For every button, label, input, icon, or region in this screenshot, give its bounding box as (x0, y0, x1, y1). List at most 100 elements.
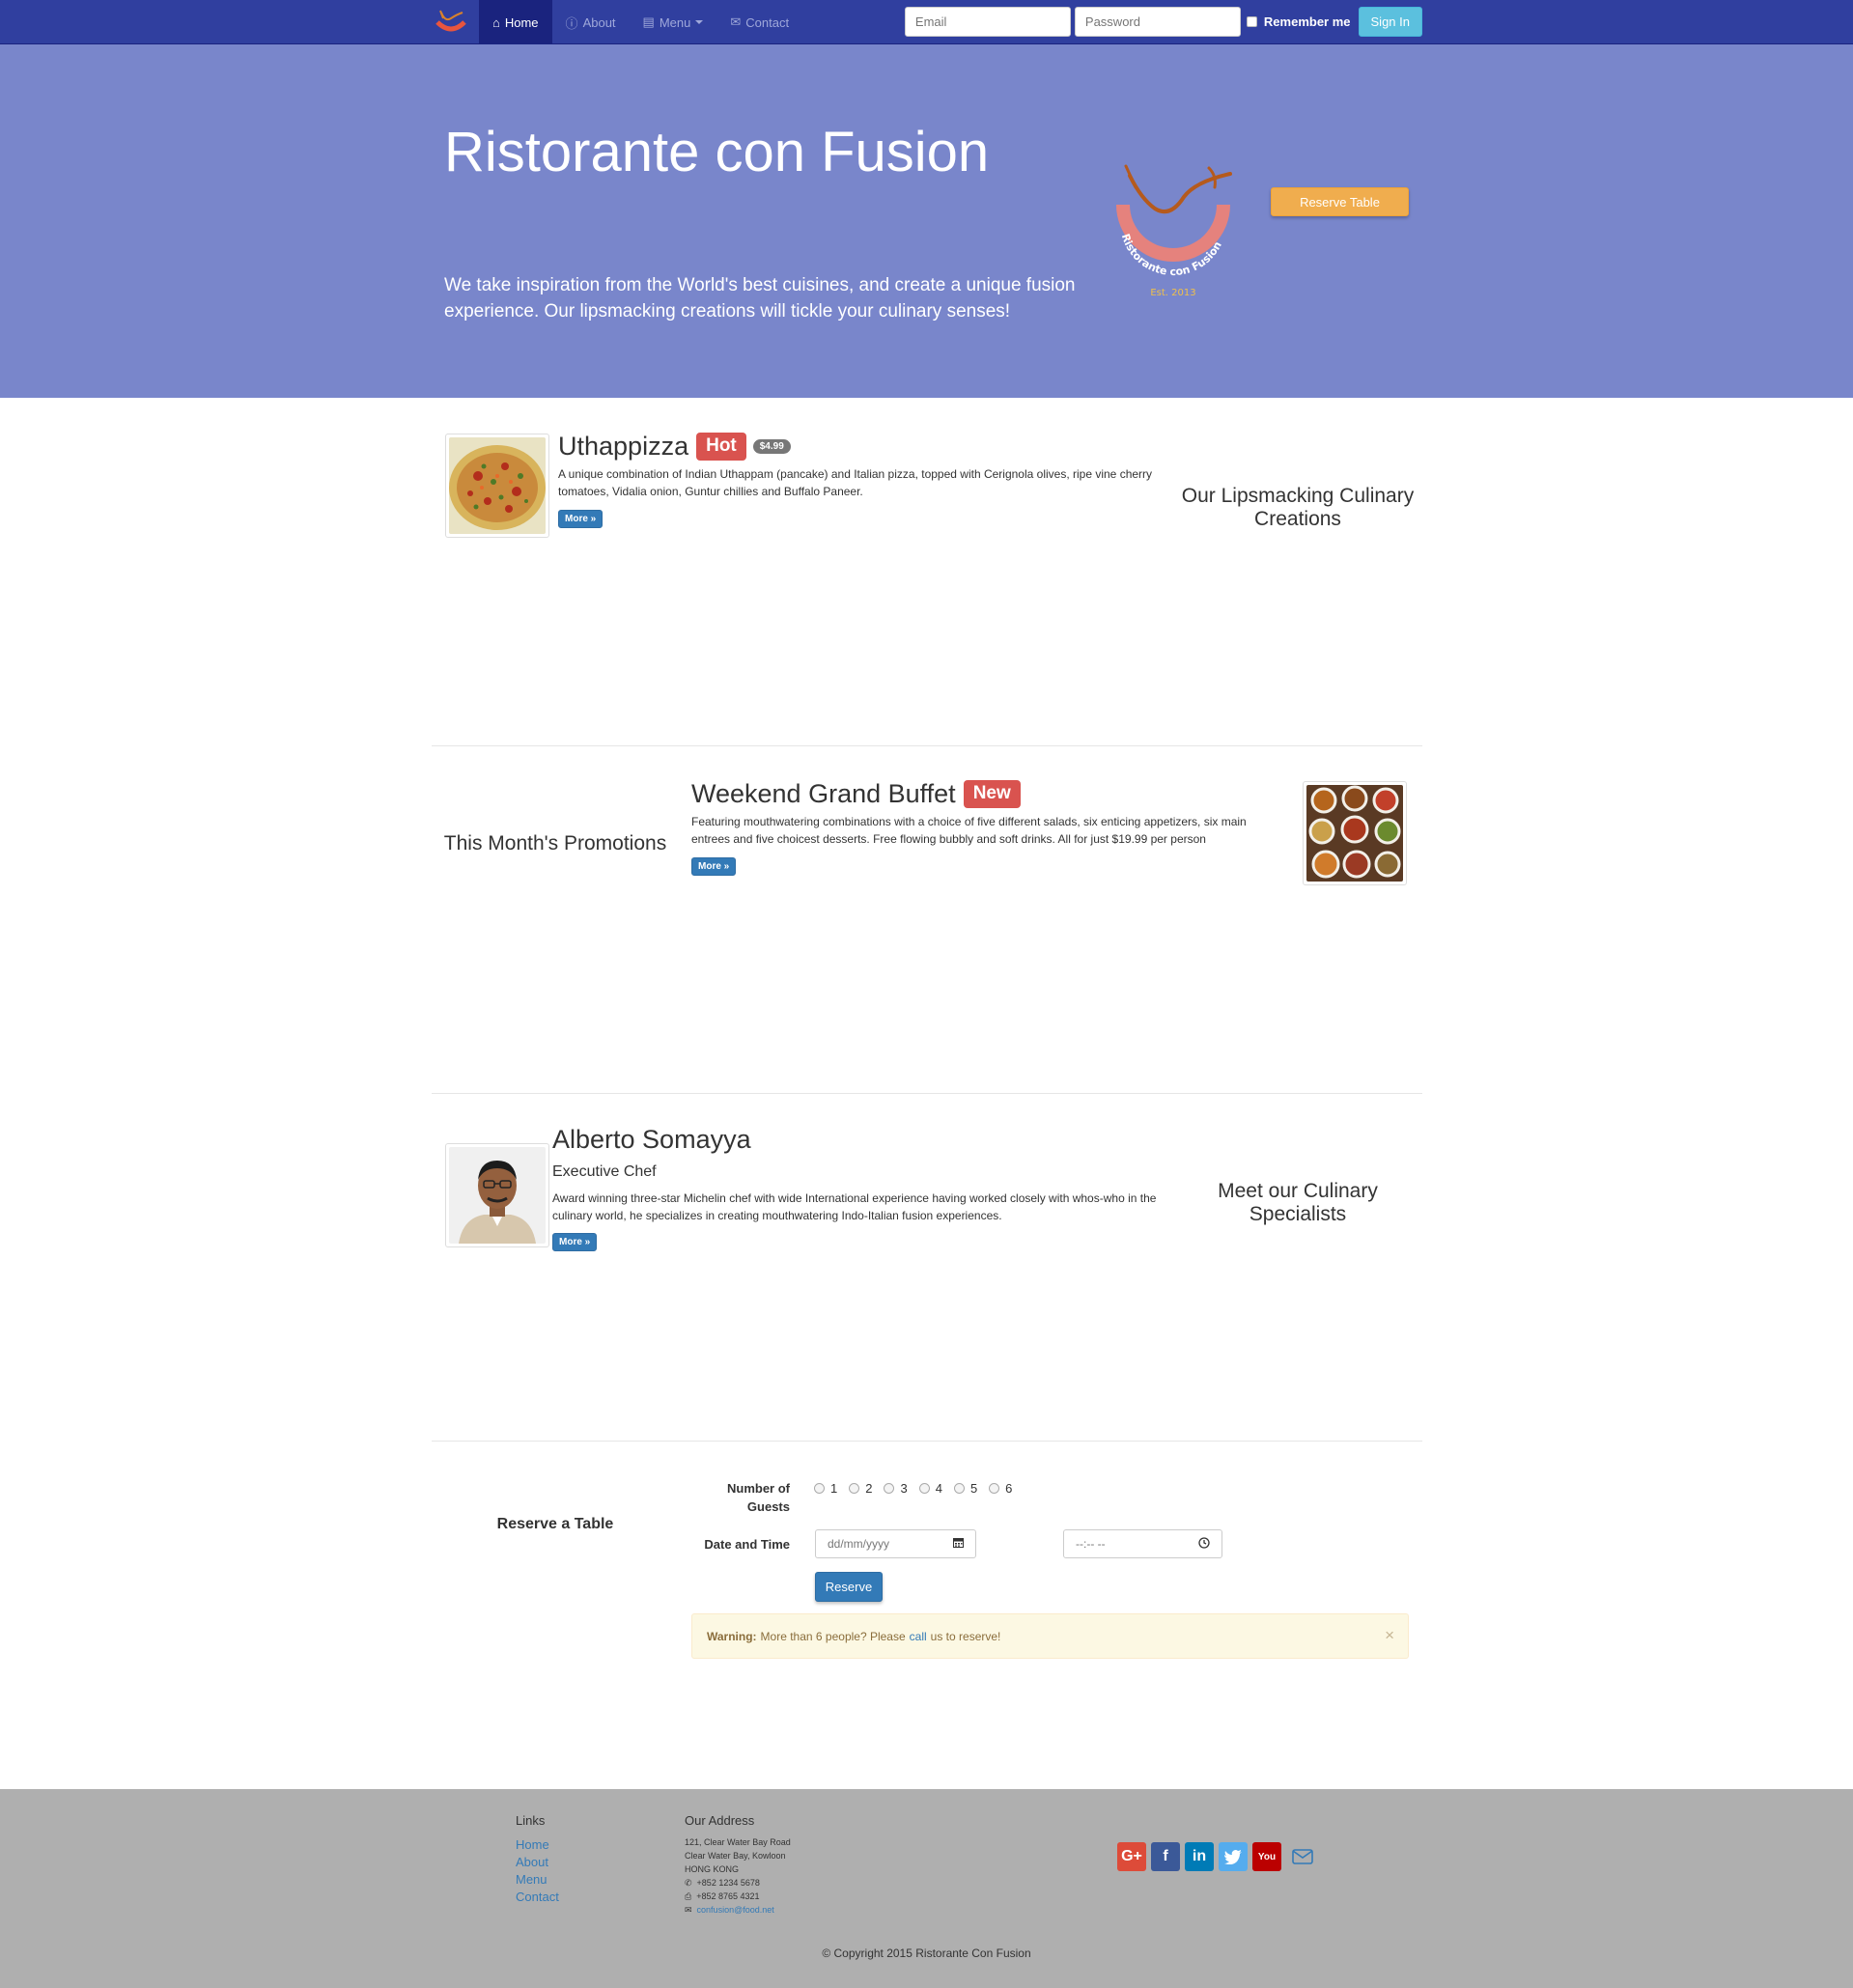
dish-thumbnail[interactable] (445, 434, 549, 538)
radio-button[interactable] (884, 1483, 895, 1494)
section-divider (432, 745, 1422, 746)
mail-icon[interactable] (1291, 1842, 1314, 1871)
youtube-icon[interactable]: You (1252, 1842, 1281, 1871)
guest-option-5[interactable]: 5 (953, 1481, 977, 1496)
email-line: ✉ confusion@food.net (685, 1903, 791, 1917)
guest-option-label: 6 (1005, 1481, 1013, 1496)
envelope-icon: ✉ (685, 1905, 692, 1915)
nav-about-label: About (582, 14, 616, 30)
close-icon[interactable]: × (1385, 1626, 1394, 1645)
leader-more-button[interactable]: More » (552, 1233, 598, 1251)
buffet-image (1306, 785, 1403, 882)
reserve-table-button[interactable]: Reserve Table (1271, 187, 1409, 216)
reserve-heading: Reserve a Table (496, 1516, 614, 1532)
footer-link-contact[interactable]: Contact (516, 1890, 559, 1904)
linkedin-icon[interactable]: in (1185, 1842, 1214, 1871)
section-divider (432, 1093, 1422, 1094)
fax-icon: ⎙ (685, 1891, 692, 1901)
calendar-icon[interactable] (953, 1537, 964, 1551)
promotion-section-heading: This Month's Promotions (443, 832, 667, 854)
nav-home[interactable]: ⌂ Home (479, 0, 552, 44)
email-input[interactable] (904, 7, 1071, 37)
hot-label: Hot (696, 433, 746, 461)
dish-more-button[interactable]: More » (558, 510, 604, 528)
promotion-name: Weekend Grand Buffet (691, 779, 956, 808)
radio-button[interactable] (814, 1483, 825, 1494)
date-input[interactable]: dd/mm/yyyy (815, 1529, 976, 1558)
radio-button[interactable] (989, 1483, 1000, 1494)
guests-label: Number of Guests (727, 1481, 790, 1514)
envelope-icon: ✉ (730, 14, 742, 29)
brand-logo[interactable] (432, 7, 470, 38)
guest-option-4[interactable]: 4 (918, 1481, 942, 1496)
clock-icon[interactable] (1198, 1536, 1210, 1552)
nav-menu-dropdown[interactable]: ▤ Menu (630, 0, 717, 44)
footer-address: 121, Clear Water Bay Road Clear Water Ba… (685, 1835, 791, 1917)
dish-description: A unique combination of Indian Uthappam … (558, 467, 1153, 498)
jumbotron: Ristorante con Fusion We take inspiratio… (0, 44, 1853, 398)
guest-option-6[interactable]: 6 (989, 1481, 1012, 1496)
remember-label: Remember me (1263, 14, 1351, 29)
warning-text-2: us to reserve! (930, 1629, 1001, 1643)
password-input[interactable] (1074, 7, 1241, 37)
warning-text-1: More than 6 people? Please (760, 1629, 906, 1643)
nav-contact[interactable]: ✉ Contact (716, 0, 802, 44)
email-link[interactable]: confusion@food.net (697, 1903, 774, 1917)
footer-link-menu[interactable]: Menu (516, 1872, 547, 1887)
footer-links-heading: Links (516, 1813, 546, 1828)
new-label: New (963, 780, 1021, 808)
uthappizza-image (449, 437, 546, 534)
footer-link-home[interactable]: Home (516, 1837, 549, 1852)
promotion-more-button[interactable]: More » (691, 857, 737, 876)
restaurant-logo: Ristorante con Fusion Est. 2013 (1103, 154, 1244, 301)
signin-button[interactable]: Sign In (1358, 7, 1422, 37)
leader-section-heading: Meet our Culinary Specialists (1218, 1180, 1378, 1225)
promotion-title: Weekend Grand Buffet New (691, 779, 1021, 809)
navbar-container: ⌂ Home ⓘ About ▤ Menu ✉ Contact Rememb (432, 0, 1422, 44)
phone-line: ✆ +852 1234 5678 (685, 1876, 791, 1890)
facebook-icon[interactable]: f (1151, 1842, 1180, 1871)
guest-option-label: 1 (830, 1481, 838, 1496)
dish-section-heading: Our Lipsmacking Culinary Creations (1181, 485, 1415, 530)
guests-radio-group: 1 2 3 4 5 6 (814, 1481, 1024, 1496)
warning-strong: Warning: (707, 1629, 757, 1643)
nav-links: ⌂ Home ⓘ About ▤ Menu ✉ Contact (479, 0, 802, 44)
warning-alert: Warning: More than 6 people? Please call… (691, 1613, 1409, 1659)
footer-address-heading: Our Address (685, 1813, 755, 1828)
leader-thumbnail[interactable] (445, 1143, 549, 1247)
site-title: Ristorante con Fusion (444, 121, 990, 183)
leader-description: Award winning three-star Michelin chef w… (552, 1191, 1157, 1222)
datetime-label: Date and Time (704, 1537, 790, 1552)
radio-button[interactable] (918, 1483, 930, 1494)
svg-text:Est. 2013: Est. 2013 (1150, 288, 1195, 298)
guest-option-3[interactable]: 3 (884, 1481, 908, 1496)
google-plus-icon[interactable]: G+ (1117, 1842, 1146, 1871)
address-line: Clear Water Bay, Kowloon (685, 1851, 786, 1861)
call-link[interactable]: call (910, 1630, 927, 1643)
site-tagline: We take inspiration from the World's bes… (444, 275, 1076, 322)
chef-photo (449, 1147, 546, 1244)
twitter-icon[interactable] (1219, 1842, 1248, 1871)
social-links: G+ f in You (1117, 1842, 1314, 1871)
navbar: ⌂ Home ⓘ About ▤ Menu ✉ Contact Rememb (0, 0, 1853, 44)
footer-link-about[interactable]: About (516, 1855, 548, 1869)
section-divider (432, 1441, 1422, 1442)
promotion-description: Featuring mouthwatering combinations wit… (691, 815, 1247, 846)
time-placeholder: --:-- -- (1076, 1537, 1106, 1551)
nav-about[interactable]: ⓘ About (552, 0, 630, 44)
nav-home-label: Home (504, 14, 539, 30)
promotion-thumbnail[interactable] (1303, 781, 1407, 885)
nav-menu-label: Menu (659, 14, 691, 30)
radio-button[interactable] (953, 1483, 965, 1494)
radio-button[interactable] (849, 1483, 860, 1494)
guest-option-1[interactable]: 1 (814, 1481, 837, 1496)
remember-checkbox[interactable] (1246, 16, 1257, 27)
list-alt-icon: ▤ (642, 14, 655, 29)
guest-option-2[interactable]: 2 (849, 1481, 872, 1496)
fax-number: +852 8765 4321 (696, 1891, 760, 1901)
date-placeholder: dd/mm/yyyy (828, 1537, 890, 1551)
reserve-submit-button[interactable]: Reserve (815, 1572, 883, 1602)
remember-me[interactable]: Remember me (1246, 14, 1351, 29)
time-input[interactable]: --:-- -- (1063, 1529, 1222, 1558)
guest-option-label: 4 (935, 1481, 942, 1496)
